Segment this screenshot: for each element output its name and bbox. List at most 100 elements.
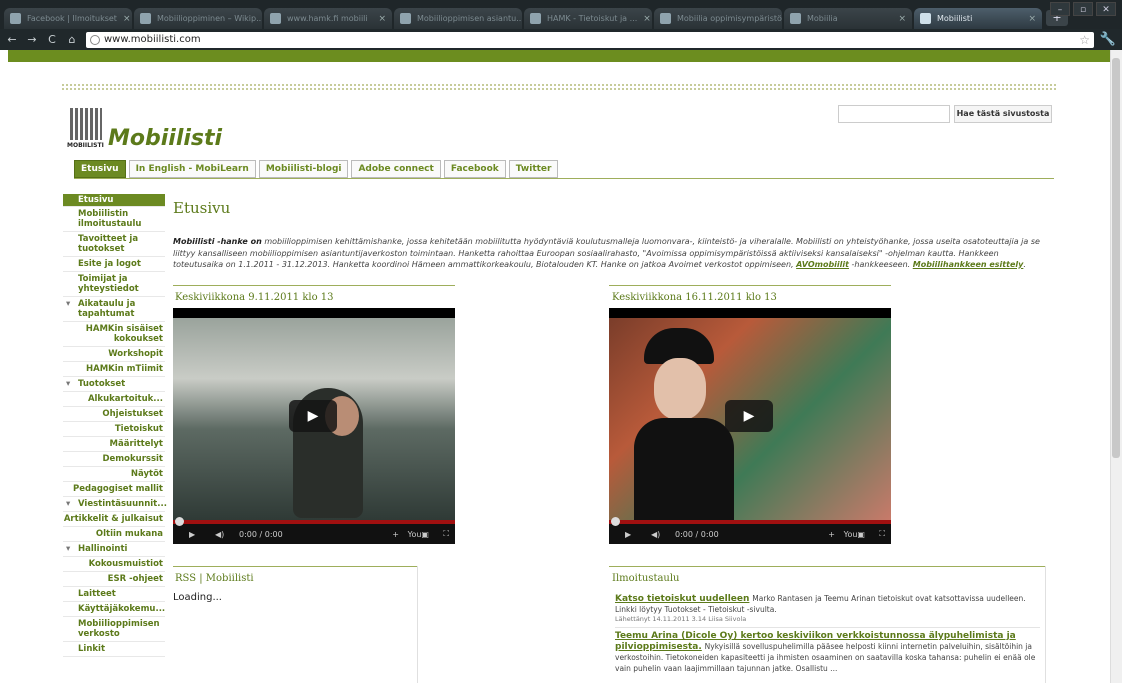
play-icon-2[interactable]: ▶	[725, 400, 773, 432]
nav-tab[interactable]: Mobiilisti-blogi	[258, 160, 349, 178]
search-button[interactable]: Hae tästä sivustosta	[954, 105, 1052, 123]
sidebar-item[interactable]: Mobiilioppimisen verkosto	[63, 617, 165, 642]
progress-bar-2[interactable]	[609, 517, 891, 526]
nav-tab[interactable]: In English - MobiLearn	[128, 160, 256, 178]
home-icon[interactable]: ⌂	[66, 33, 78, 46]
play-small-icon-2[interactable]: ▶	[625, 530, 631, 539]
sidebar-item[interactable]: Kokousmuistiot	[63, 557, 165, 572]
close-icon[interactable]: ✕	[1096, 2, 1116, 16]
nav-tab[interactable]: Twitter	[508, 160, 559, 178]
volume-icon[interactable]: ◀)	[215, 530, 224, 539]
fullscreen-icon-2[interactable]: ⛶	[879, 529, 885, 539]
main-navigation: Etusivu In English - MobiLearn Mobiilisti-…	[74, 160, 559, 178]
browser-tab-label: www.hamk.fi mobiili	[287, 14, 368, 23]
sidebar-item[interactable]: Käyttäjäkokemu...	[63, 602, 165, 617]
sidebar-item[interactable]: Workshopit	[63, 347, 165, 362]
youtube-icon[interactable]: You▣	[408, 530, 429, 539]
nav-tab[interactable]: Adobe connect	[351, 160, 441, 178]
video-time-1: 0:00 / 0:00	[239, 530, 283, 539]
sidebar-item[interactable]: Tuotokset	[63, 377, 165, 392]
back-icon[interactable]: ←	[6, 33, 18, 46]
browser-tab-strip: Facebook | Ilmoitukset × Mobiilioppiminen …	[0, 0, 1122, 29]
announcement-title[interactable]: Katso tietoiskut uudelleen	[615, 594, 749, 604]
tab-close-icon[interactable]: ×	[643, 14, 651, 24]
tab-close-icon[interactable]: ×	[898, 14, 906, 24]
sidebar-item[interactable]: Tavoitteet ja tuotokset	[63, 232, 165, 257]
browser-tab[interactable]: Mobiilioppimisen asiantu...×	[394, 8, 522, 29]
forward-icon[interactable]: →	[26, 33, 38, 46]
sidebar-item[interactable]: ESR -ohjeet	[63, 572, 165, 587]
video-controls-1: ▶ ◀) 0:00 / 0:00 + You▣ ⛶	[173, 517, 455, 544]
tab-close-icon[interactable]: ×	[123, 14, 131, 24]
decorative-divider	[62, 84, 1056, 90]
play-small-icon[interactable]: ▶	[189, 530, 195, 539]
youtube-icon-2[interactable]: You▣	[844, 530, 865, 539]
sidebar-item[interactable]: Ohjeistukset	[63, 407, 165, 422]
browser-tab[interactable]: www.hamk.fi mobiili ×	[264, 8, 392, 29]
sidebar-item[interactable]: Aikataulu ja tapahtumat	[63, 297, 165, 322]
play-icon[interactable]: ▶	[289, 400, 337, 432]
nav-tab[interactable]: Etusivu	[74, 160, 126, 178]
tab-favicon-icon	[400, 13, 411, 24]
rss-title: RSS | Mobiilisti	[175, 573, 254, 584]
progress-bar[interactable]	[173, 517, 455, 526]
sidebar-item[interactable]: Viestintäsuunnit...	[63, 497, 167, 512]
sidebar-item[interactable]: HAMKin mTiimit	[63, 362, 165, 377]
nav-tab[interactable]: Facebook	[443, 160, 506, 178]
ilmoitustaulu-border	[609, 566, 1046, 567]
hanke-esittely-link[interactable]: Mobiilihankkeen esittely	[913, 260, 1024, 269]
sidebar-item[interactable]: Alkukartoituk...	[63, 392, 165, 407]
sidebar-item[interactable]: Linkit	[63, 642, 165, 657]
wrench-icon[interactable]: 🔧	[1100, 32, 1116, 47]
sidebar-item[interactable]: Tietoiskut	[63, 422, 165, 437]
volume-icon-2[interactable]: ◀)	[651, 530, 660, 539]
avomobiilit-link[interactable]: AVOmobiilit	[796, 260, 849, 269]
browser-tab-label: Mobiilioppimisen asiantu...	[417, 14, 522, 23]
browser-tab[interactable]: Facebook | Ilmoitukset ×	[4, 8, 132, 29]
scrubber-knob[interactable]	[175, 517, 184, 526]
browser-tab[interactable]: Mobiilia ×	[784, 8, 912, 29]
window-controls: – ▫ ✕	[1050, 2, 1116, 16]
scrubber-knob-2[interactable]	[611, 517, 620, 526]
video-panel-border-2	[609, 285, 891, 286]
browser-tab[interactable]: HAMK - Tietoiskut ja ... ×	[524, 8, 652, 29]
sidebar-item[interactable]: Näytöt	[63, 467, 165, 482]
sidebar-item[interactable]: Toimijat ja yhteystiedot	[63, 272, 165, 297]
sidebar-item[interactable]: Hallinointi	[63, 542, 165, 557]
plus-icon-2[interactable]: +	[828, 530, 835, 539]
sidebar-item[interactable]: Määrittelyt	[63, 437, 165, 452]
tab-favicon-icon	[790, 13, 801, 24]
browser-tab[interactable]: Mobiilisti ×	[914, 8, 1042, 29]
browser-tab[interactable]: Mobiilia oppimisympäristö...×	[654, 8, 782, 29]
sidebar-item[interactable]: Etusivu	[63, 194, 165, 207]
sidebar-item[interactable]: Mobiilistin ilmoitustaulu	[63, 207, 165, 232]
sidebar-item[interactable]: Oltiin mukana	[63, 527, 165, 542]
scrollbar-thumb[interactable]	[1112, 58, 1120, 458]
plus-icon[interactable]: +	[392, 530, 399, 539]
announcement-list: Katso tietoiskut uudelleen Marko Rantase…	[615, 590, 1040, 678]
site-title[interactable]: Mobiilisti	[108, 126, 222, 151]
sidebar-item[interactable]: Laitteet	[63, 587, 165, 602]
sidebar-item[interactable]: HAMKin sisäiset kokoukset	[63, 322, 165, 347]
browser-tab[interactable]: Mobiilioppiminen – Wikip...×	[134, 8, 262, 29]
sidebar-item[interactable]: Esite ja logot	[63, 257, 165, 272]
bookmark-star-icon[interactable]: ☆	[1079, 33, 1090, 47]
maximize-icon[interactable]: ▫	[1073, 2, 1093, 16]
video-player-1[interactable]: ▶ ▶ ◀) 0:00 / 0:00 + You▣ ⛶	[173, 308, 455, 544]
search-input[interactable]	[838, 105, 950, 123]
intro-paragraph: Mobiilisti -hanke on mobiilioppimisen ke…	[173, 236, 1051, 271]
sidebar-item[interactable]: Artikkelit & julkaisut	[63, 512, 165, 527]
ilmoitustaulu-side-border	[1045, 566, 1046, 683]
tab-close-icon[interactable]: ×	[378, 14, 386, 24]
minimize-icon[interactable]: –	[1050, 2, 1070, 16]
fullscreen-icon[interactable]: ⛶	[443, 529, 449, 539]
sidebar-item[interactable]: Demokurssit	[63, 452, 165, 467]
address-bar[interactable]: www.mobiilisti.com ☆	[86, 31, 1094, 48]
reload-icon[interactable]: C	[46, 33, 58, 46]
rss-loading: Loading...	[173, 592, 222, 603]
browser-tab-label: Facebook | Ilmoitukset	[27, 14, 117, 23]
sidebar-item[interactable]: Pedagogiset mallit	[63, 482, 165, 497]
intro-bold: Mobiilisti -hanke on	[173, 237, 262, 246]
tab-close-icon[interactable]: ×	[1028, 14, 1036, 24]
video-player-2[interactable]: ▶ ▶ ◀) 0:00 / 0:00 + You▣ ⛶	[609, 308, 891, 544]
